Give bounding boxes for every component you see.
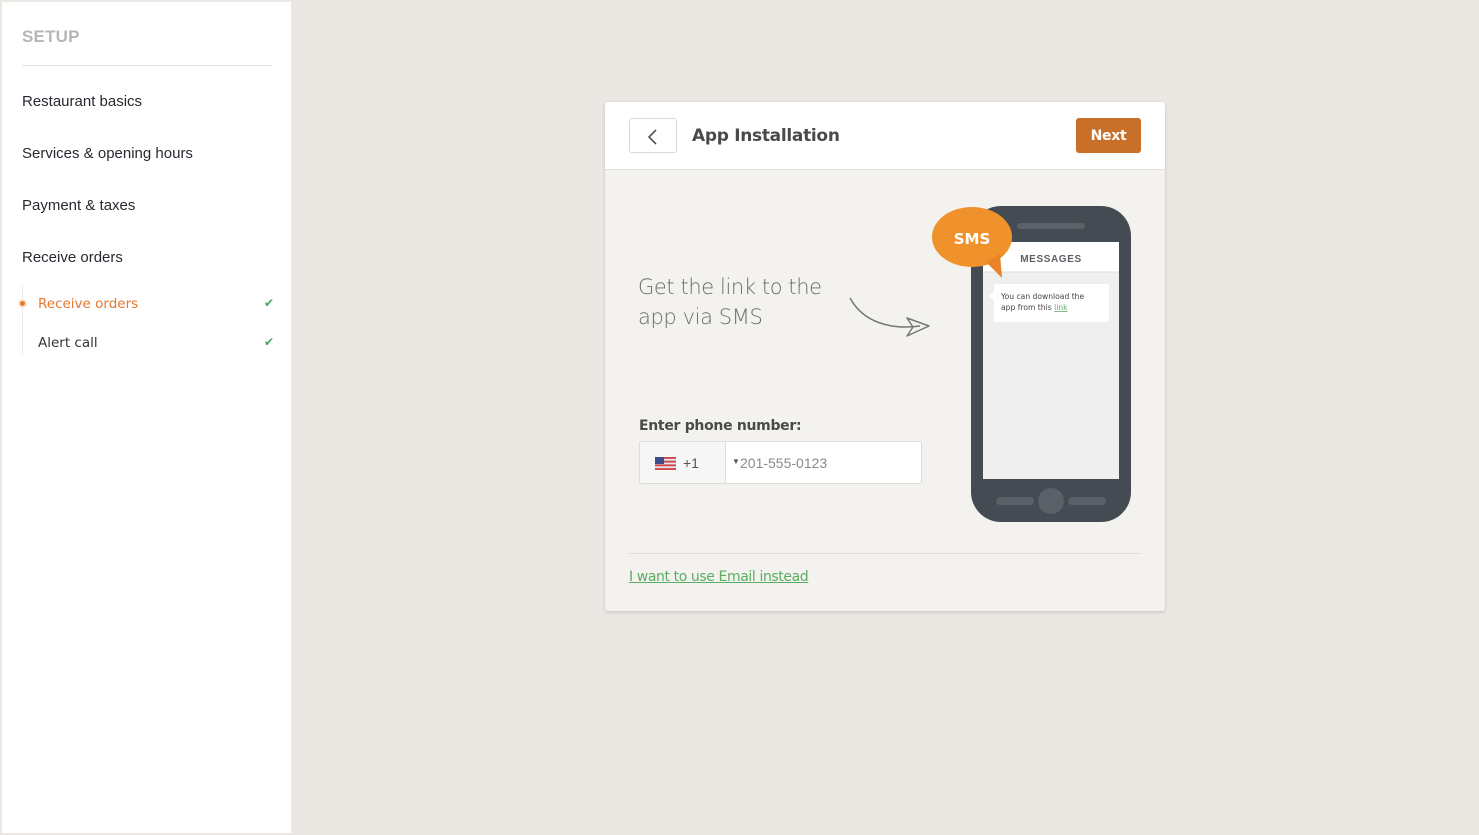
use-email-link[interactable]: I want to use Email instead [629,569,809,585]
screen-header-label: MESSAGES [1020,254,1081,265]
sidebar-item-receive-orders[interactable]: Receive orders [22,249,123,266]
phone-input-group: +1 ▼ [639,441,922,484]
country-code-select[interactable]: +1 ▼ [640,442,740,483]
phone-number-label: Enter phone number: [639,418,802,434]
caret-down-icon: ▼ [732,457,740,466]
promo-line-2: app via SMS [638,305,763,329]
phone-illustration: MESSAGES You can download the app from t… [932,206,1131,522]
subnav-item-label: Alert call [38,335,98,351]
us-flag-icon [655,457,676,470]
back-button[interactable] [629,118,677,153]
subnav-item-receive-orders[interactable]: Receive orders ✔ [38,296,274,312]
sidebar-item-services-opening-hours[interactable]: Services & opening hours [22,145,193,162]
active-step-indicator [18,299,27,308]
message-link: link [1054,303,1068,312]
promo-text: Get the link to the app via SMS [638,272,838,332]
message-text-line-2: app from this link [1001,303,1068,312]
phone-button-left [996,497,1034,505]
phone-screen [983,242,1119,479]
sidebar-title: SETUP [22,27,80,46]
next-button[interactable]: Next [1076,118,1141,153]
phone-speaker [1017,223,1085,229]
sms-bubble-label: SMS [954,230,991,248]
sidebar-item-restaurant-basics[interactable]: Restaurant basics [22,93,142,110]
phone-button-right [1068,497,1106,505]
receive-orders-subnav: Receive orders ✔ Alert call ✔ [18,285,274,355]
phone-home-button [1038,488,1064,514]
card-title: App Installation [692,126,840,146]
sidebar-item-payment-taxes[interactable]: Payment & taxes [22,197,135,214]
app-installation-card: App Installation Next Get the link to th… [605,102,1165,611]
subnav-item-alert-call[interactable]: Alert call ✔ [38,335,274,351]
message-text-part: app from this [1001,303,1052,312]
sidebar-divider [22,65,272,66]
setup-sidebar: SETUP Restaurant basics Services & openi… [2,2,291,833]
chevron-left-icon [647,129,657,145]
subnav-item-label: Receive orders [38,296,139,312]
card-header: App Installation Next [605,102,1165,170]
footer-divider [629,553,1141,554]
message-text-line-1: You can download the [1000,292,1084,301]
check-icon: ✔ [263,335,274,349]
dial-code: +1 [683,455,699,471]
phone-number-input[interactable] [726,442,921,483]
promo-line-1: Get the link to the [638,275,822,299]
check-icon: ✔ [263,296,274,310]
arrow-icon [849,297,930,337]
